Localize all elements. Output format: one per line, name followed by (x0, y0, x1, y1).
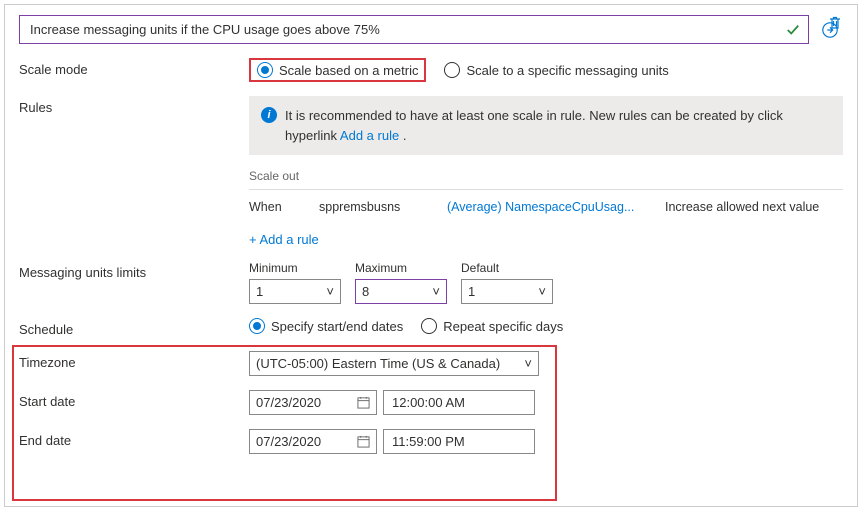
chevron-down-icon: ˅ (326, 284, 334, 299)
calendar-icon (357, 396, 370, 409)
rules-label: Rules (19, 96, 249, 115)
chevron-down-icon: ˅ (432, 284, 440, 299)
radio-schedule-repeat[interactable]: Repeat specific days (421, 318, 563, 334)
radio-schedule-startend[interactable]: Specify start/end dates (249, 318, 403, 334)
radio-scale-specific-label: Scale to a specific messaging units (466, 63, 668, 78)
limits-label: Messaging units limits (19, 261, 249, 280)
chevron-down-icon: ˅ (524, 356, 532, 371)
start-date-picker[interactable]: 07/23/2020 (249, 390, 377, 415)
add-rule-link-inline[interactable]: Add a rule (340, 128, 399, 143)
scale-mode-label: Scale mode (19, 58, 249, 77)
end-time-value: 11:59:00 PM (392, 434, 465, 449)
scale-out-title: Scale out (249, 169, 843, 190)
scale-out-section: Scale out When sppremsbusns (Average) Na… (249, 169, 843, 247)
end-date-content: 07/23/2020 11:59:00 PM (249, 429, 843, 454)
start-date-label: Start date (19, 390, 249, 409)
end-time-input[interactable]: 11:59:00 PM (383, 429, 535, 454)
radio-empty-icon (421, 318, 437, 334)
info-icon: i (261, 107, 277, 123)
radio-repeat-label: Repeat specific days (443, 319, 563, 334)
check-icon (786, 23, 800, 37)
start-date-content: 07/23/2020 12:00:00 AM (249, 390, 843, 415)
end-date-value: 07/23/2020 (256, 434, 321, 449)
min-col: Minimum 1 ˅ (249, 261, 341, 304)
timezone-content: (UTC-05:00) Eastern Time (US & Canada) ˅ (249, 351, 843, 376)
max-label: Maximum (355, 261, 447, 275)
rules-content: i It is recommended to have at least one… (249, 96, 843, 247)
scale-rule-row[interactable]: When sppremsbusns (Average) NamespaceCpu… (249, 200, 843, 214)
rules-info-text: It is recommended to have at least one s… (285, 106, 831, 145)
radio-dot-icon (257, 62, 273, 78)
start-date-row: Start date 07/23/2020 12:00:00 AM (19, 390, 843, 415)
max-select[interactable]: 8 ˅ (355, 279, 447, 304)
radio-dot-icon (249, 318, 265, 334)
min-value: 1 (256, 284, 263, 299)
delete-icon[interactable] (827, 15, 843, 31)
max-value: 8 (362, 284, 369, 299)
limits-content: Minimum 1 ˅ Maximum 8 ˅ Default 1 ˅ (249, 261, 843, 304)
scale-mode-row: Scale mode Scale based on a metric Scale… (19, 58, 843, 82)
min-select[interactable]: 1 ˅ (249, 279, 341, 304)
timezone-value: (UTC-05:00) Eastern Time (US & Canada) (256, 356, 500, 371)
rules-period: . (403, 128, 407, 143)
rules-row: Rules i It is recommended to have at lea… (19, 96, 843, 247)
schedule-row: Schedule Specify start/end dates Repeat … (19, 318, 843, 337)
radio-scale-metric[interactable]: Scale based on a metric (257, 62, 418, 78)
end-date-label: End date (19, 429, 249, 448)
condition-name-wrap (19, 15, 809, 44)
chevron-down-icon: ˅ (538, 284, 546, 299)
max-col: Maximum 8 ˅ (355, 261, 447, 304)
min-label: Minimum (249, 261, 341, 275)
radio-scale-specific[interactable]: Scale to a specific messaging units (444, 62, 668, 78)
limits-row: Messaging units limits Minimum 1 ˅ Maxim… (19, 261, 843, 304)
timezone-label: Timezone (19, 351, 249, 370)
calendar-icon (357, 435, 370, 448)
rule-metric: (Average) NamespaceCpuUsag... (447, 200, 647, 214)
radio-empty-icon (444, 62, 460, 78)
start-date-value: 07/23/2020 (256, 395, 321, 410)
autoscale-condition-panel: Scale mode Scale based on a metric Scale… (4, 4, 858, 507)
start-time-input[interactable]: 12:00:00 AM (383, 390, 535, 415)
rules-info-box: i It is recommended to have at least one… (249, 96, 843, 155)
def-label: Default (461, 261, 553, 275)
condition-name-input[interactable] (28, 21, 780, 38)
scale-mode-options: Scale based on a metric Scale to a speci… (249, 58, 843, 82)
def-col: Default 1 ˅ (461, 261, 553, 304)
def-select[interactable]: 1 ˅ (461, 279, 553, 304)
timezone-row: Timezone (UTC-05:00) Eastern Time (US & … (19, 351, 843, 376)
end-date-picker[interactable]: 07/23/2020 (249, 429, 377, 454)
condition-title-row (19, 15, 843, 44)
rule-when: When (249, 200, 301, 214)
highlight-scale-metric: Scale based on a metric (249, 58, 426, 82)
radio-startend-label: Specify start/end dates (271, 319, 403, 334)
timezone-select[interactable]: (UTC-05:00) Eastern Time (US & Canada) ˅ (249, 351, 539, 376)
start-time-value: 12:00:00 AM (392, 395, 465, 410)
end-date-row: End date 07/23/2020 11:59:00 PM (19, 429, 843, 454)
radio-scale-metric-label: Scale based on a metric (279, 63, 418, 78)
rule-action: Increase allowed next value (665, 200, 819, 214)
schedule-options: Specify start/end dates Repeat specific … (249, 318, 843, 334)
condition-name-box[interactable] (19, 15, 809, 44)
rule-resource: sppremsbusns (319, 200, 429, 214)
schedule-label: Schedule (19, 318, 249, 337)
def-value: 1 (468, 284, 475, 299)
add-rule-link[interactable]: + Add a rule (249, 232, 319, 247)
